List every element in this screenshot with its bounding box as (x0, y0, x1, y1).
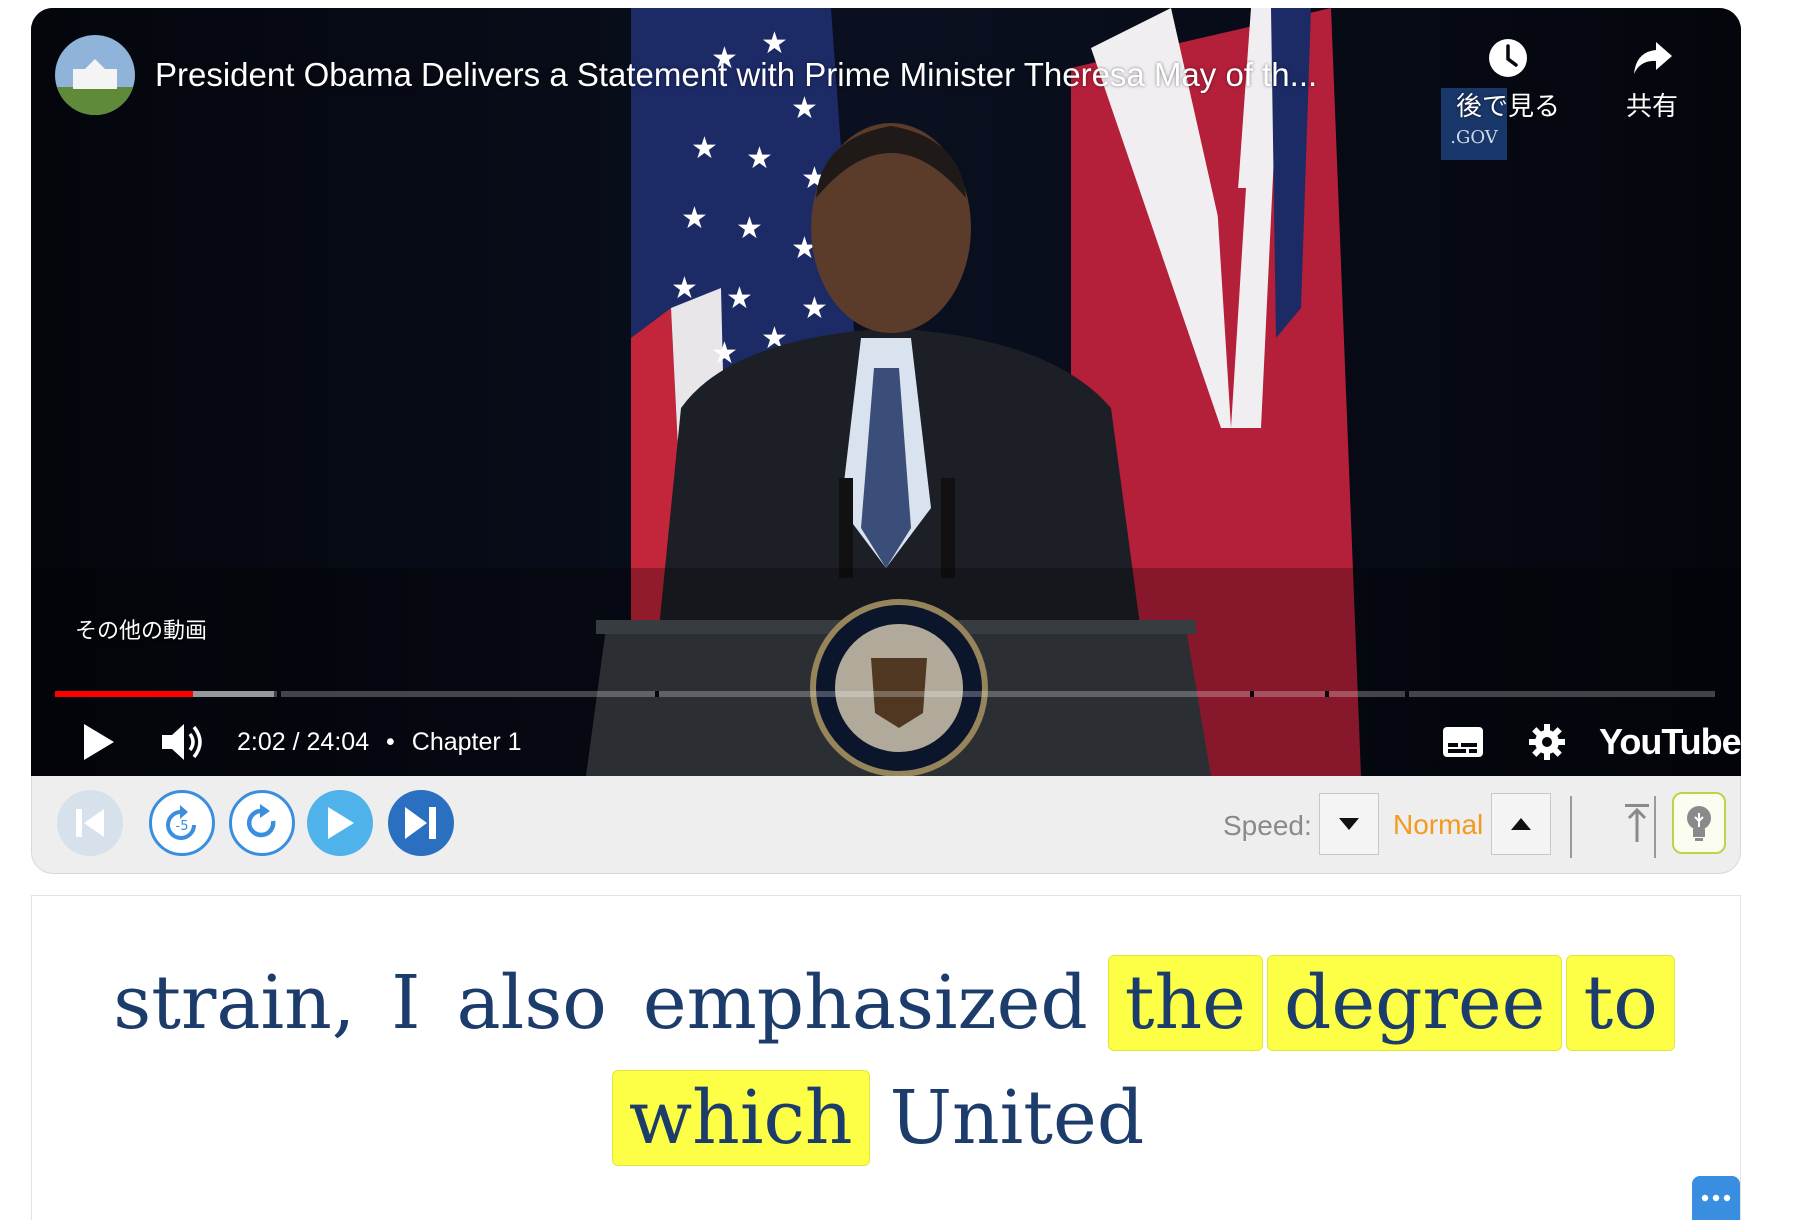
share-label: 共有 (1625, 91, 1678, 121)
player-controls: 2:02 / 24:04 • Chapter 1 YouTube (31, 708, 1741, 776)
ellipsis-icon (1701, 1194, 1731, 1202)
replay-icon (246, 804, 276, 838)
hint-button[interactable] (1672, 792, 1726, 854)
play-icon (84, 724, 114, 760)
channel-avatar[interactable] (55, 35, 135, 115)
time-readout: 2:02 / 24:04 • Chapter 1 (237, 728, 522, 757)
transcript-text: strain, Ialso emphasized the degree to which U… (32, 946, 1740, 1176)
speed-value: Normal (1393, 809, 1484, 840)
chapter-marker (1325, 691, 1329, 697)
progress-bar[interactable] (55, 691, 1715, 697)
skip-back-icon (76, 809, 104, 837)
clock-icon (1489, 39, 1527, 77)
svg-text:★: ★ (801, 291, 828, 326)
time-separator: / (292, 728, 300, 756)
watch-later-button[interactable]: 後で見る (1443, 38, 1573, 123)
chapter-marker (277, 691, 281, 697)
chapter-button[interactable]: Chapter 1 (412, 728, 522, 756)
transcript-word-highlighted[interactable]: to (1566, 955, 1675, 1051)
svg-text:★: ★ (726, 281, 753, 316)
play-button[interactable] (79, 720, 119, 764)
watermark-text: .GOV (1450, 127, 1499, 148)
toolbar-divider (1570, 796, 1572, 858)
transcript-line: which United (72, 1061, 1700, 1176)
svg-text:★: ★ (671, 271, 698, 306)
video-frame: ★ ★★ ★ ★★ ★ ★★ ★ ★ ★ ★ ★ .GOV (31, 8, 1741, 776)
svg-text:-5: -5 (176, 819, 189, 834)
transcript-word[interactable]: strain, (97, 946, 371, 1061)
chapter-marker (1250, 691, 1254, 697)
volume-button[interactable] (159, 720, 207, 764)
watch-later-label: 後で見る (1455, 91, 1560, 121)
more-options-button[interactable] (1692, 1176, 1740, 1220)
share-button[interactable]: 共有 (1587, 38, 1717, 123)
svg-text:★: ★ (691, 131, 718, 166)
caret-down-icon (1339, 818, 1359, 830)
video-player[interactable]: ★ ★ ★ ★ ★ ★ ★ ★ ★ ★ ★ ★ ★ ★ .GOV Preside… (31, 8, 1741, 776)
transcript-panel: strain, Ialso emphasized the degree to which U… (31, 895, 1741, 1220)
settings-button[interactable] (1525, 720, 1569, 764)
transcript-word-highlighted[interactable]: the (1107, 955, 1263, 1051)
white-house-icon (55, 35, 135, 115)
lightbulb-icon (1687, 806, 1711, 841)
scroll-top-icon (1625, 804, 1649, 842)
transcript-word[interactable]: I (375, 946, 436, 1061)
speed-decrease-button[interactable] (1319, 793, 1379, 855)
share-arrow-icon (1634, 42, 1672, 74)
transcript-word-highlighted[interactable]: which (611, 1070, 870, 1166)
svg-text:★: ★ (736, 211, 763, 246)
duration: 24:04 (306, 728, 370, 756)
caret-up-icon (1511, 818, 1531, 830)
more-videos-link[interactable]: その他の動画 (75, 613, 207, 645)
chapter-marker (655, 691, 659, 697)
transcript-line: strain, Ialso emphasized the degree to (72, 946, 1700, 1061)
transcript-word-highlighted[interactable]: degree (1266, 955, 1563, 1051)
playback-toolbar: -5 Speed: Normal (31, 776, 1741, 874)
play-icon (328, 807, 354, 839)
gear-icon (1529, 724, 1565, 760)
transcript-word[interactable]: emphasized (627, 946, 1104, 1061)
next-icon (405, 807, 436, 839)
toolbar-divider (1654, 796, 1656, 858)
speed-increase-button[interactable] (1491, 793, 1551, 855)
svg-text:★: ★ (746, 141, 773, 176)
replay-button[interactable] (229, 790, 295, 856)
subtitles-button[interactable] (1441, 720, 1485, 764)
progress-track (55, 691, 1715, 697)
app-root: ★ ★ ★ ★ ★ ★ ★ ★ ★ ★ ★ ★ ★ ★ .GOV Preside… (0, 0, 1794, 1220)
chapter-separator: • (386, 728, 395, 756)
transcript-word[interactable]: United (874, 1061, 1161, 1176)
chapter-marker (1405, 691, 1409, 697)
play-toolbar-button[interactable] (307, 790, 373, 856)
speed-label: Speed: (1223, 810, 1312, 841)
volume-icon (162, 724, 202, 760)
rewind-5-icon: -5 (166, 805, 196, 840)
transcript-word[interactable]: also (441, 946, 623, 1061)
youtube-logo[interactable]: YouTube (1599, 721, 1741, 762)
rewind-5-button[interactable]: -5 (149, 790, 215, 856)
subtitles-icon (1443, 727, 1483, 757)
skip-back-button[interactable] (57, 790, 123, 856)
video-title[interactable]: President Obama Delivers a Statement wit… (155, 56, 1410, 94)
next-button[interactable] (388, 790, 454, 856)
progress-played (55, 691, 193, 697)
svg-text:★: ★ (681, 201, 708, 236)
current-time: 2:02 (237, 728, 286, 756)
